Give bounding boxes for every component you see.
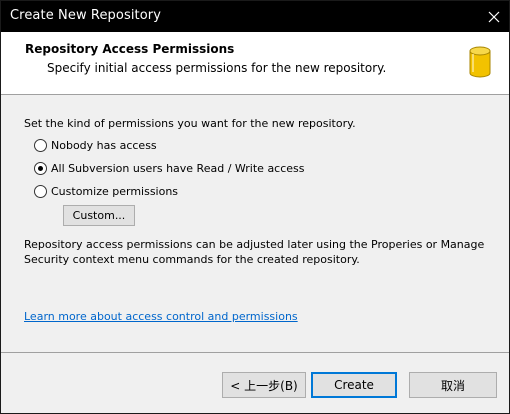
- wizard-header: Repository Access Permissions Specify in…: [1, 32, 509, 95]
- header-subtitle: Specify initial access permissions for t…: [47, 61, 387, 75]
- footer-divider: [1, 352, 509, 353]
- window-title: Create New Repository: [10, 8, 162, 23]
- custom-button[interactable]: Custom...: [63, 205, 135, 226]
- radio-label: All Subversion users have Read / Write a…: [51, 162, 305, 175]
- radio-nobody-access[interactable]: Nobody has access: [34, 139, 157, 152]
- learn-more-link[interactable]: Learn more about access control and perm…: [24, 310, 298, 323]
- permissions-note: Repository access permissions can be adj…: [24, 238, 485, 266]
- radio-label: Nobody has access: [51, 139, 157, 152]
- cancel-button[interactable]: 取消: [409, 372, 497, 398]
- back-button[interactable]: < 上一步(B): [222, 372, 306, 398]
- close-button[interactable]: [479, 1, 509, 32]
- create-button[interactable]: Create: [311, 372, 397, 398]
- header-title: Repository Access Permissions: [25, 42, 235, 56]
- radio-button[interactable]: [34, 139, 47, 152]
- radio-button-checked[interactable]: [34, 162, 47, 175]
- radio-button[interactable]: [34, 185, 47, 198]
- create-repository-dialog: Create New Repository Repository Access …: [0, 0, 510, 414]
- wizard-content: Set the kind of permissions you want for…: [1, 95, 509, 351]
- database-icon: [469, 46, 491, 78]
- close-icon: [488, 11, 500, 22]
- radio-customize-permissions[interactable]: Customize permissions: [34, 185, 178, 198]
- title-bar: Create New Repository: [1, 1, 509, 32]
- radio-all-users-read-write[interactable]: All Subversion users have Read / Write a…: [34, 162, 305, 175]
- radio-label: Customize permissions: [51, 185, 179, 198]
- instruction-text: Set the kind of permissions you want for…: [24, 117, 356, 130]
